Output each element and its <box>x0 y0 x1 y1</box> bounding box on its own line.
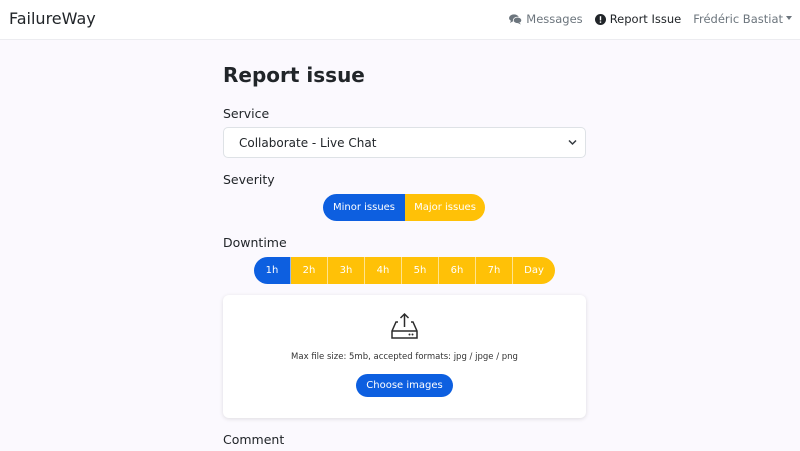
downtime-toggle-group: 1h 2h 3h 4h 5h 6h 7h Day <box>254 257 555 284</box>
downtime-6h-button[interactable]: 6h <box>439 257 476 284</box>
severity-major-button[interactable]: Major issues <box>405 194 485 221</box>
downtime-7h-button[interactable]: 7h <box>476 257 513 284</box>
chevron-down-icon <box>568 139 577 146</box>
caret-down-icon <box>786 16 792 20</box>
brand-logo[interactable]: FailureWay <box>9 9 96 28</box>
page-title: Report issue <box>223 63 365 87</box>
downtime-3h-button[interactable]: 3h <box>328 257 365 284</box>
downtime-4h-button[interactable]: 4h <box>365 257 402 284</box>
top-navbar: FailureWay Messages Report Issue Frédéri… <box>0 0 800 40</box>
severity-label: Severity <box>223 172 275 187</box>
severity-toggle-group: Minor issues Major issues <box>323 194 485 221</box>
nav-report-label: Report Issue <box>609 12 682 26</box>
nav-messages-label: Messages <box>526 12 583 26</box>
downtime-5h-button[interactable]: 5h <box>402 257 439 284</box>
comment-label: Comment <box>223 432 285 447</box>
downtime-day-button[interactable]: Day <box>513 257 555 284</box>
user-name: Frédéric Bastiat <box>693 12 783 26</box>
nav-links: Messages Report Issue Frédéric Bastiat <box>497 12 792 26</box>
severity-minor-button[interactable]: Minor issues <box>323 194 405 221</box>
downtime-2h-button[interactable]: 2h <box>291 257 328 284</box>
nav-messages[interactable]: Messages <box>509 12 583 26</box>
user-menu-dropdown[interactable]: Frédéric Bastiat <box>693 12 792 26</box>
exclamation-circle-icon <box>594 13 606 25</box>
upload-tray-icon <box>391 312 418 339</box>
downtime-label: Downtime <box>223 235 287 250</box>
service-label: Service <box>223 106 270 121</box>
service-select[interactable]: Collaborate - Live Chat <box>223 127 586 158</box>
upload-hint-text: Max file size: 5mb, accepted formats: jp… <box>291 352 518 362</box>
image-upload-dropzone[interactable]: Max file size: 5mb, accepted formats: jp… <box>223 295 586 418</box>
comments-icon <box>509 13 523 24</box>
downtime-1h-button[interactable]: 1h <box>254 257 291 284</box>
nav-report-issue[interactable]: Report Issue <box>594 12 682 26</box>
service-select-value: Collaborate - Live Chat <box>239 136 377 150</box>
choose-images-button[interactable]: Choose images <box>356 374 453 397</box>
